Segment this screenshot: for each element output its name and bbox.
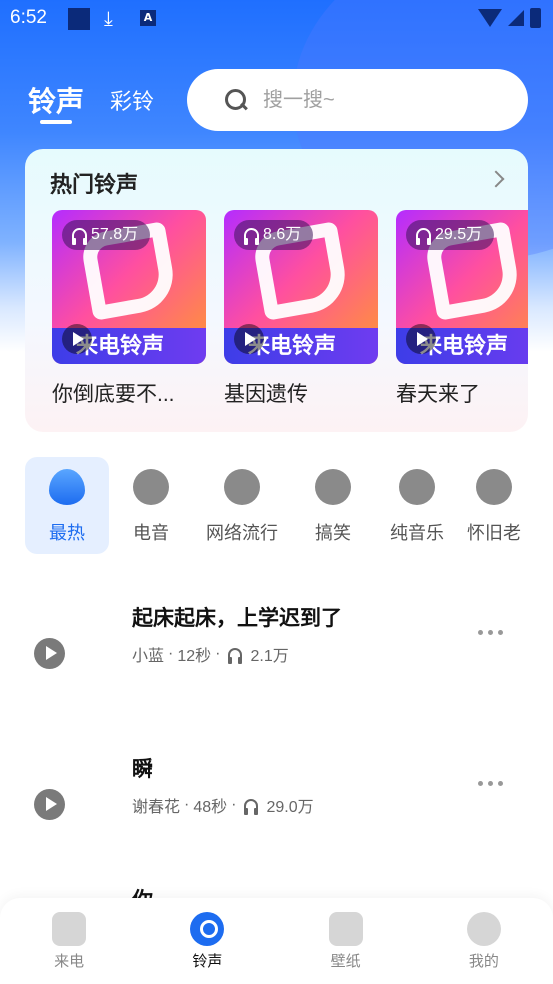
- hot-card[interactable]: 29.5万 来电铃声 春天来了: [396, 210, 528, 408]
- headphone-icon: [72, 228, 87, 245]
- image-icon: [328, 912, 363, 946]
- play-count: 29.5万: [435, 226, 483, 243]
- song-row[interactable]: 起床起床，上学迟到了 小蓝 · 12秒 · 2.1万: [0, 590, 553, 720]
- status-time: 6:52: [10, 7, 47, 28]
- flame-icon: [49, 469, 85, 505]
- play-icon[interactable]: [406, 324, 436, 354]
- separator: ·: [168, 645, 174, 662]
- category-label: 网络流行: [206, 523, 278, 543]
- card-cover: 29.5万 来电铃声: [396, 210, 528, 364]
- category-label: 电音: [133, 523, 169, 543]
- wifi-icon: [478, 9, 502, 27]
- hot-ringtones-panel: 热门铃声 57.8万 来电铃声 你倒底要不... 8.6万 来电铃声 基因遗传 …: [25, 149, 528, 432]
- headphone-icon: [244, 798, 259, 815]
- separator: ·: [215, 645, 221, 662]
- card-title: 春天来了: [396, 383, 480, 406]
- play-count: 8.6万: [263, 226, 302, 243]
- battery-icon: [530, 8, 541, 28]
- search-bar[interactable]: [187, 69, 528, 131]
- separator: ·: [184, 796, 190, 813]
- headphone-icon: [244, 228, 259, 245]
- song-row[interactable]: 你: [0, 870, 553, 898]
- play-icon[interactable]: [234, 324, 264, 354]
- category-label: 搞笑: [315, 523, 351, 543]
- nav-label: 来电: [54, 953, 85, 970]
- music-note-icon: [399, 469, 435, 505]
- lightning-icon: [133, 469, 169, 505]
- card-cover: 8.6万 来电铃声: [224, 210, 378, 364]
- play-count-badge: 57.8万: [62, 220, 151, 250]
- song-meta: 小蓝 · 12秒 · 2.1万: [132, 642, 289, 666]
- headphone-icon: [228, 647, 243, 664]
- category-hottest[interactable]: 最热: [25, 457, 109, 554]
- cell-signal-icon: [508, 10, 524, 26]
- search-icon: [225, 89, 247, 111]
- bottom-nav: 来电 铃声 壁纸 我的: [0, 898, 553, 984]
- phone-call-icon: [52, 912, 87, 946]
- card-title: 基因遗传: [224, 383, 308, 406]
- download-icon: ⤓: [104, 6, 113, 30]
- play-count-badge: 29.5万: [406, 220, 495, 250]
- status-bar: 6:52 ⤓ A: [0, 0, 553, 38]
- category-nostalgic[interactable]: 怀旧老: [459, 457, 529, 554]
- song-plays: 2.1万: [250, 648, 289, 665]
- song-plays: 29.0万: [266, 799, 314, 816]
- category-row: 最热 电音 网络流行 搞笑 纯音乐 怀旧老: [25, 457, 529, 554]
- separator: ·: [231, 796, 237, 813]
- search-input[interactable]: [263, 88, 503, 112]
- play-icon[interactable]: [34, 638, 65, 669]
- notification-app-icon: [68, 8, 90, 30]
- nav-label: 铃声: [192, 953, 223, 970]
- category-internet-pop[interactable]: 网络流行: [193, 457, 291, 554]
- nav-label: 壁纸: [330, 953, 361, 970]
- nav-mine[interactable]: 我的: [415, 898, 553, 984]
- nav-incoming-call[interactable]: 来电: [0, 898, 138, 984]
- microphone-icon: [224, 469, 260, 505]
- category-edm[interactable]: 电音: [109, 457, 193, 554]
- profile-face-icon: [466, 912, 501, 946]
- nav-wallpaper[interactable]: 壁纸: [277, 898, 415, 984]
- music-disc-icon: [190, 912, 225, 946]
- song-duration: 48秒: [193, 799, 228, 816]
- play-count: 57.8万: [91, 226, 139, 243]
- nav-label: 我的: [468, 953, 499, 970]
- song-row[interactable]: 瞬 谢春花 · 48秒 · 29.0万: [0, 741, 553, 871]
- play-icon[interactable]: [62, 324, 92, 354]
- category-label: 纯音乐: [390, 523, 444, 543]
- song-artist: 谢春花: [132, 799, 181, 816]
- tab-color-ring[interactable]: 彩铃: [110, 84, 154, 116]
- more-options-icon[interactable]: [478, 630, 503, 635]
- play-icon[interactable]: [34, 789, 65, 820]
- chevron-right-icon[interactable]: [487, 170, 505, 188]
- song-duration: 12秒: [177, 648, 212, 665]
- vinyl-disc-icon: [476, 469, 512, 505]
- category-pure-music[interactable]: 纯音乐: [375, 457, 459, 554]
- card-cover: 57.8万 来电铃声: [52, 210, 206, 364]
- headphone-icon: [416, 228, 431, 245]
- song-title: 瞬: [132, 758, 153, 781]
- card-title: 你倒底要不...: [52, 383, 175, 406]
- hot-title: 热门铃声: [50, 172, 139, 197]
- song-title: 你: [132, 884, 153, 898]
- song-meta: 谢春花 · 48秒 · 29.0万: [132, 793, 314, 817]
- app-a-icon: A: [140, 10, 156, 26]
- laugh-face-icon: [315, 469, 351, 505]
- play-count-badge: 8.6万: [234, 220, 314, 250]
- tab-active-indicator: [40, 120, 72, 124]
- song-artist: 小蓝: [132, 648, 165, 665]
- hot-card[interactable]: 8.6万 来电铃声 基因遗传: [224, 210, 378, 408]
- category-label: 最热: [49, 523, 85, 543]
- hot-cards: 57.8万 来电铃声 你倒底要不... 8.6万 来电铃声 基因遗传 29.5万…: [52, 210, 528, 408]
- nav-ringtone[interactable]: 铃声: [138, 898, 276, 984]
- category-funny[interactable]: 搞笑: [291, 457, 375, 554]
- category-label: 怀旧老: [467, 523, 521, 543]
- song-title: 起床起床，上学迟到了: [132, 607, 342, 630]
- hot-card[interactable]: 57.8万 来电铃声 你倒底要不...: [52, 210, 206, 408]
- more-options-icon[interactable]: [478, 781, 503, 786]
- tab-ringtone[interactable]: 铃声: [28, 80, 84, 120]
